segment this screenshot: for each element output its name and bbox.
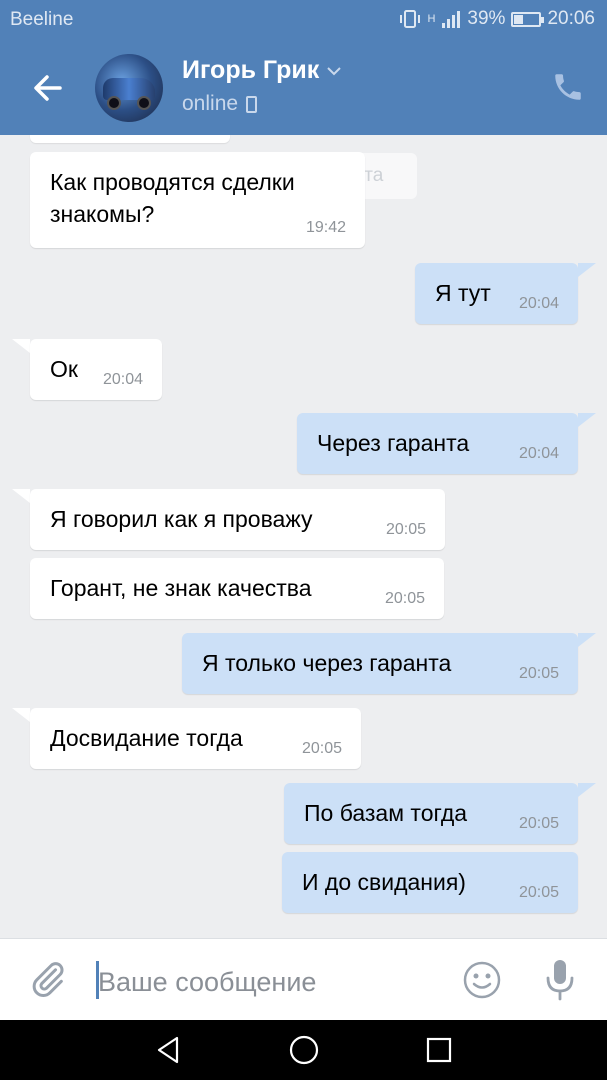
message-bubble-outgoing[interactable]: По базам тогда 20:05 (284, 783, 578, 844)
message-text: Через гаранта (317, 430, 470, 456)
message-time: 20:04 (518, 445, 559, 462)
message-text: Я тут (435, 280, 491, 306)
message-time: 20:05 (385, 521, 426, 538)
message-text: Досвидание тогда (50, 725, 243, 751)
phone-device-icon (246, 95, 258, 113)
bubble-tail (578, 413, 596, 427)
message-bubble-outgoing[interactable]: И до свидания) 20:05 (282, 852, 578, 913)
message-bubble-incoming[interactable]: Ок 20:04 (30, 339, 162, 400)
message-text: Горант, не знак качества (50, 575, 312, 601)
message-bubble-incoming[interactable]: Горант, не знак качества 20:05 (30, 558, 444, 619)
message-time: 20:05 (518, 815, 559, 832)
message-time: 20:05 (384, 590, 425, 607)
message-time: 20:04 (102, 371, 143, 388)
chat-header: Игорь Грик online (0, 40, 607, 135)
message-bubble-outgoing[interactable]: Я тут 20:04 (415, 263, 578, 324)
nav-recent-apps-icon[interactable] (425, 1036, 453, 1064)
battery-percent: 39% (467, 8, 506, 29)
microphone-icon[interactable] (541, 957, 579, 1003)
message-text: Я только через гаранта (202, 650, 452, 676)
bubble-tail (578, 783, 596, 797)
nav-home-icon[interactable] (288, 1034, 320, 1066)
phone-call-icon[interactable] (551, 70, 585, 104)
previous-message-bubble (30, 135, 230, 143)
message-composer (0, 938, 607, 1020)
network-type-icon: H (427, 13, 436, 25)
message-time: 20:05 (518, 665, 559, 682)
vibrate-icon (400, 10, 421, 28)
clock: 20:06 (547, 8, 595, 29)
system-nav-bar (0, 1020, 607, 1080)
message-bubble-incoming[interactable]: Как проводятся сделки знакомы? 19:42 (30, 152, 365, 248)
message-input[interactable] (98, 964, 438, 1000)
message-bubble-outgoing[interactable]: Я только через гаранта 20:05 (182, 633, 578, 694)
carrier-label: Beeline (10, 9, 74, 30)
bubble-tail (12, 708, 30, 722)
message-text: Я говорил как я проважу (50, 506, 313, 532)
message-time: 20:05 (301, 740, 342, 757)
message-text: Ок (50, 356, 78, 382)
message-bubble-outgoing[interactable]: Через гаранта 20:04 (297, 413, 578, 474)
online-label: online (182, 92, 239, 115)
message-time: 20:04 (518, 295, 559, 312)
contact-name[interactable]: Игорь Грик (182, 56, 341, 85)
message-bubble-incoming[interactable]: Досвидание тогда 20:05 (30, 708, 361, 769)
bubble-tail (12, 489, 30, 503)
message-list[interactable]: Сегодня, 17 марта Как проводятся сделки … (0, 135, 607, 938)
presence-status: online (182, 92, 258, 116)
nav-back-icon[interactable] (154, 1035, 184, 1065)
arrow-left-icon[interactable] (28, 68, 68, 108)
message-time: 20:05 (518, 884, 559, 901)
message-bubble-incoming[interactable]: Я говорил как я проважу 20:05 (30, 489, 445, 550)
avatar[interactable] (95, 54, 163, 122)
smiley-icon[interactable] (462, 960, 502, 1000)
chevron-down-icon (327, 66, 341, 75)
message-text: И до свидания) (302, 869, 466, 895)
signal-icon (442, 11, 461, 28)
message-text: По базам тогда (304, 800, 468, 826)
bubble-tail (12, 339, 30, 353)
contact-name-label: Игорь Грик (182, 56, 320, 84)
bubble-tail (578, 633, 596, 647)
bubble-tail (578, 263, 596, 277)
status-icons: H 39% 20:06 (399, 8, 595, 30)
message-time: 19:42 (305, 219, 346, 236)
battery-icon (511, 11, 545, 27)
status-bar: Beeline H 39% 20:06 (0, 0, 607, 40)
paperclip-icon[interactable] (28, 959, 68, 999)
